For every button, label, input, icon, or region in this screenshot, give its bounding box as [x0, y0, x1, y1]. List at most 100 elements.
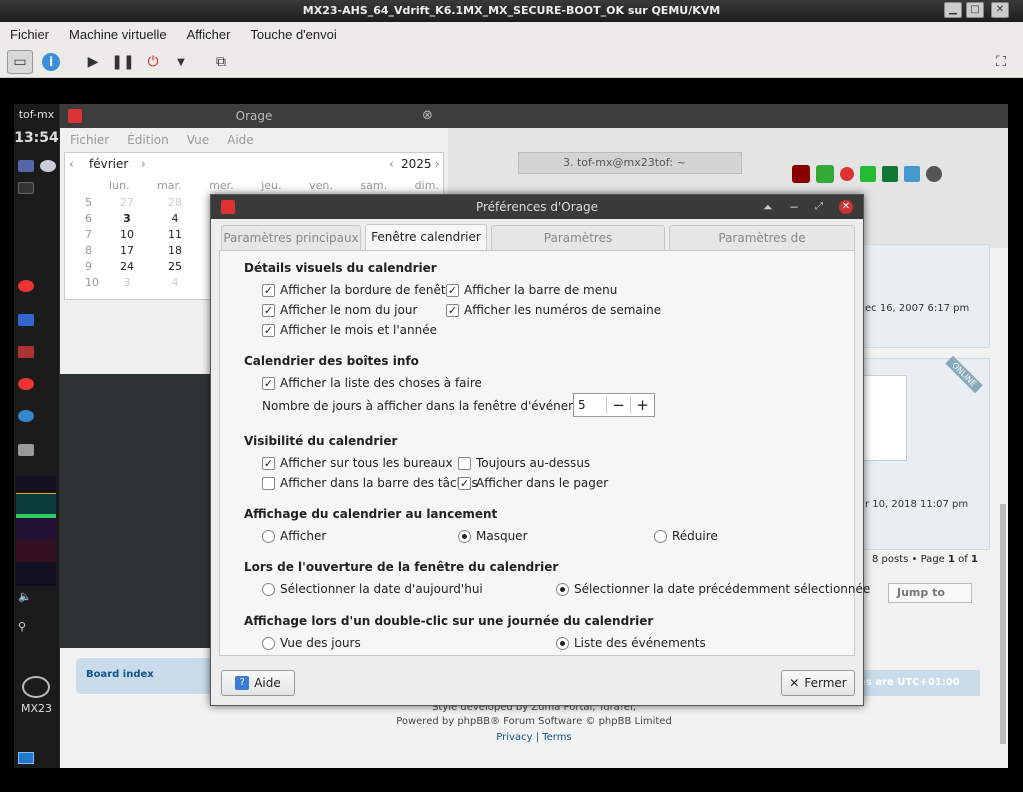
app-icon[interactable]	[18, 378, 34, 390]
checkbox-numeros-semaine[interactable]: ✓ Afficher les numéros de semaine	[446, 303, 661, 317]
menu-fichier[interactable]: Fichier	[70, 133, 109, 147]
days-value[interactable]: 5	[574, 398, 606, 412]
checkbox-checked[interactable]: ✓	[446, 303, 459, 317]
app-icon[interactable]	[18, 346, 34, 358]
checkbox-tous-bureaux[interactable]: ✓ Afficher sur tous les bureaux	[262, 456, 453, 470]
checkbox-barre-menu[interactable]: ✓ Afficher la barre de menu	[446, 283, 617, 297]
minimize-button[interactable]: ▁	[944, 2, 962, 18]
radio-liste-evenements[interactable]: Liste des événements	[556, 636, 706, 650]
tab-parametres-principaux[interactable]: Paramètres principaux	[221, 225, 361, 250]
shade-icon[interactable]: ⏶	[763, 195, 773, 219]
extension-icon[interactable]	[860, 166, 876, 182]
monitor-icon[interactable]: ▭	[7, 50, 33, 74]
radio-masquer[interactable]: Masquer	[458, 529, 528, 543]
fullscreen-icon[interactable]: ⛶	[988, 50, 1014, 74]
close-icon[interactable]: ⊗	[422, 104, 433, 128]
board-index-link[interactable]: Board index	[86, 669, 154, 680]
network-icon[interactable]: ⚲	[18, 620, 26, 633]
checkbox-checked[interactable]: ✓	[458, 476, 471, 490]
next-year-icon[interactable]: ›	[435, 157, 440, 171]
checkbox-checked[interactable]: ✓	[262, 283, 275, 297]
checkbox-liste-choses[interactable]: ✓ Afficher la liste des choses à faire	[262, 376, 482, 390]
radio-on[interactable]	[556, 582, 569, 596]
play-icon[interactable]: ▶	[80, 50, 106, 74]
radio-off[interactable]	[262, 582, 275, 596]
radio-on[interactable]	[556, 636, 569, 650]
checkbox-checked[interactable]: ✓	[262, 323, 275, 337]
checkbox-pager[interactable]: ✓ Afficher dans le pager	[458, 476, 608, 490]
volume-icon[interactable]: 🔈	[18, 590, 32, 603]
checkbox-bordure-fenetre[interactable]: ✓ Afficher la bordure de fenêtre	[262, 283, 458, 297]
menu-aide[interactable]: Aide	[227, 133, 254, 147]
decrement-button[interactable]: −	[606, 396, 630, 414]
menu-machine-virtuelle[interactable]: Machine virtuelle	[69, 27, 167, 42]
show-desktop-icon[interactable]	[18, 752, 34, 764]
vm-screen[interactable]: 3. tof-mx@mx23tof: ~ le ec 16, 2007 6:17…	[14, 104, 1008, 768]
menu-touche-envoi[interactable]: Touche d'envoi	[250, 27, 336, 42]
radio-on[interactable]	[458, 529, 471, 543]
radio-reduire[interactable]: Réduire	[654, 529, 718, 543]
radio-off[interactable]	[262, 529, 275, 543]
tab-fenetre-calendrier[interactable]: Fenêtre calendrier	[365, 224, 487, 251]
checkbox-unchecked[interactable]	[458, 456, 471, 470]
tab-parametres-synchronisation[interactable]: Paramètres de synchronisation	[669, 225, 855, 269]
checkbox-checked[interactable]: ✓	[262, 456, 275, 470]
info-icon[interactable]: i	[38, 50, 64, 74]
radio-date-aujourdhui[interactable]: Sélectionner la date d'aujourd'hui	[262, 582, 483, 596]
extension-icon[interactable]	[904, 166, 920, 182]
terminal-tab[interactable]: 3. tof-mx@mx23tof: ~	[518, 152, 742, 174]
radio-off[interactable]	[262, 636, 275, 650]
app-icon[interactable]	[18, 314, 34, 326]
checkbox-checked[interactable]: ✓	[262, 376, 275, 390]
radio-afficher[interactable]: Afficher	[262, 529, 326, 543]
checkbox-mois-annee[interactable]: ✓ Afficher le mois et l'année	[262, 323, 437, 337]
globe-icon[interactable]	[40, 160, 56, 172]
checkbox-checked[interactable]: ✓	[446, 283, 459, 297]
maximize-button[interactable]: □	[966, 2, 984, 18]
pause-icon[interactable]: ❚❚	[110, 50, 136, 74]
app-icon[interactable]	[18, 280, 34, 292]
prev-month-icon[interactable]: ‹	[69, 157, 74, 171]
power-icon[interactable]: ⏻	[140, 50, 166, 74]
scrollbar[interactable]	[1000, 504, 1006, 744]
calendar-icon[interactable]	[18, 160, 34, 172]
radio-date-precedente[interactable]: Sélectionner la date précédemment sélect…	[556, 582, 870, 596]
day-column[interactable]: 28 4 11 18 25 4	[163, 195, 187, 291]
days-spinbutton[interactable]: 5 − +	[573, 393, 655, 417]
checkbox-checked[interactable]: ✓	[262, 303, 275, 317]
panel-clock[interactable]: 13:54	[14, 130, 59, 146]
close-dialog-button[interactable]: ✕ Fermer	[781, 670, 855, 696]
extension-icon[interactable]	[816, 165, 834, 183]
menu-edition[interactable]: Édition	[127, 133, 169, 147]
radio-off[interactable]	[654, 529, 667, 543]
mx-logo-icon[interactable]	[22, 676, 50, 698]
day-column[interactable]: 27 3 10 17 24 3	[115, 195, 139, 291]
extension-icon[interactable]	[840, 167, 854, 181]
next-month-icon[interactable]: ›	[141, 157, 146, 171]
checkbox-nom-jour[interactable]: ✓ Afficher le nom du jour	[262, 303, 417, 317]
checkbox-unchecked[interactable]	[262, 476, 275, 490]
jump-to-button[interactable]: Jump to	[888, 583, 972, 603]
checkbox-toujours-dessus[interactable]: Toujours au-dessus	[458, 456, 590, 470]
minimize-icon[interactable]: −	[789, 195, 799, 219]
snapshot-icon[interactable]: ⧉	[208, 50, 234, 74]
close-button[interactable]: ✕	[991, 2, 1009, 18]
help-button[interactable]: ? Aide	[221, 670, 295, 696]
menu-vue[interactable]: Vue	[187, 133, 209, 147]
maximize-icon[interactable]: ⤢	[815, 195, 823, 219]
radio-vue-jours[interactable]: Vue des jours	[262, 636, 361, 650]
prev-year-icon[interactable]: ‹	[389, 157, 394, 171]
extension-icon[interactable]	[926, 166, 942, 182]
ublock-icon[interactable]	[792, 165, 810, 183]
terminal-icon[interactable]	[18, 182, 34, 194]
privacy-link[interactable]: Privacy	[496, 732, 532, 743]
terms-link[interactable]: Terms	[542, 732, 571, 743]
chevron-down-icon[interactable]: ▼	[168, 50, 194, 74]
menu-fichier[interactable]: Fichier	[10, 27, 49, 42]
close-icon[interactable]: ✕	[839, 200, 853, 214]
app-icon[interactable]	[18, 444, 34, 456]
increment-button[interactable]: +	[630, 396, 654, 414]
shield-icon[interactable]	[882, 166, 898, 182]
menu-afficher[interactable]: Afficher	[187, 27, 231, 42]
tab-parametres-supplementaires[interactable]: Paramètres supplémentaires	[491, 225, 665, 269]
